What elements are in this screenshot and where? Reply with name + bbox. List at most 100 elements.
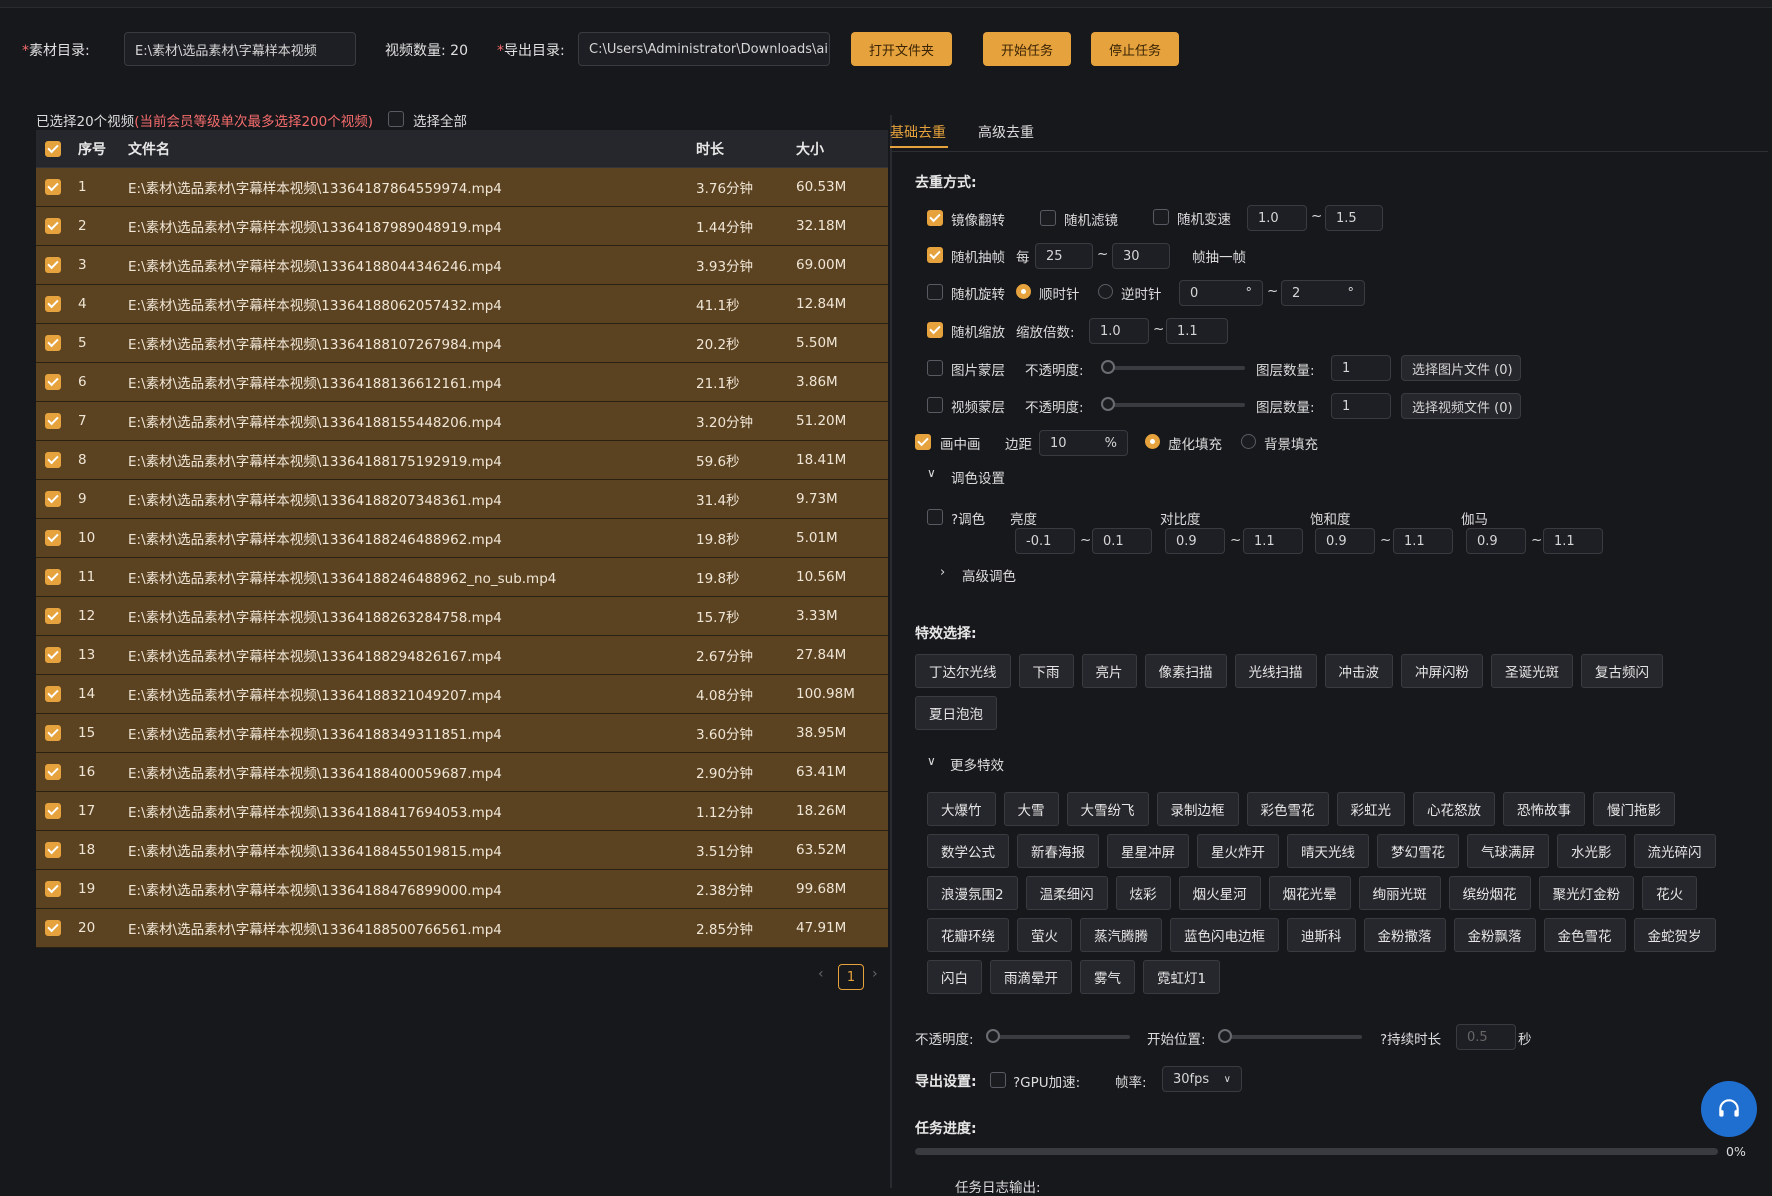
- saturation-min-input[interactable]: 0.9: [1315, 528, 1375, 554]
- table-row[interactable]: 2 E:\素材\选品素材\字幕样本视频\13364187989048919.mp4…: [36, 207, 888, 246]
- row-checkbox[interactable]: [45, 569, 61, 585]
- effect-opacity-slider[interactable]: [990, 1035, 1130, 1039]
- color-settings-toggle[interactable]: 调色设置: [951, 467, 1005, 487]
- rotate-max-input[interactable]: 2 °: [1281, 280, 1365, 306]
- table-row[interactable]: 6 E:\素材\选品素材\字幕样本视频\13364188136612161.mp4…: [36, 363, 888, 402]
- select-video-file-button[interactable]: 选择视频文件 (0): [1401, 393, 1521, 419]
- random-speed-checkbox[interactable]: [1153, 209, 1169, 225]
- table-row[interactable]: 13 E:\素材\选品素材\字幕样本视频\13364188294826167.mp…: [36, 636, 888, 675]
- row-checkbox[interactable]: [45, 803, 61, 819]
- effect-chip[interactable]: 彩色雪花: [1246, 792, 1329, 826]
- effect-chip[interactable]: 圣诞光斑: [1491, 654, 1573, 688]
- effect-chip[interactable]: 缤纷烟花: [1448, 876, 1531, 910]
- table-row[interactable]: 16 E:\素材\选品素材\字幕样本视频\13364188400059687.mp…: [36, 753, 888, 792]
- speed-min-input[interactable]: 1.0: [1247, 205, 1307, 231]
- effect-chip[interactable]: 丁达尔光线: [915, 654, 1011, 688]
- gamma-max-input[interactable]: 1.1: [1543, 528, 1603, 554]
- counterclockwise-radio[interactable]: [1098, 284, 1113, 299]
- start-task-button[interactable]: 开始任务: [983, 32, 1071, 66]
- effect-chip[interactable]: 大雪纷飞: [1066, 792, 1149, 826]
- row-checkbox[interactable]: [45, 491, 61, 507]
- table-row[interactable]: 1 E:\素材\选品素材\字幕样本视频\13364187864559974.mp4…: [36, 168, 888, 207]
- effect-chip[interactable]: 梦幻雪花: [1377, 834, 1459, 868]
- brightness-min-input[interactable]: -0.1: [1015, 528, 1075, 554]
- page-number-button[interactable]: 1: [838, 964, 864, 990]
- fps-select[interactable]: 30fps ∨: [1162, 1066, 1242, 1092]
- chevron-down-icon[interactable]: ∨: [927, 754, 936, 768]
- open-folder-button[interactable]: 打开文件夹: [851, 32, 952, 66]
- row-checkbox[interactable]: [45, 608, 61, 624]
- more-effects-toggle[interactable]: 更多特效: [950, 754, 1004, 774]
- select-all-checkbox[interactable]: [388, 111, 404, 127]
- tab-basic-dedup[interactable]: 基础去重: [890, 122, 946, 142]
- effect-chip[interactable]: 复古频闪: [1581, 654, 1663, 688]
- effect-chip[interactable]: 迪斯科: [1287, 918, 1356, 952]
- table-row[interactable]: 17 E:\素材\选品素材\字幕样本视频\13364188417694053.mp…: [36, 792, 888, 831]
- table-row[interactable]: 8 E:\素材\选品素材\字幕样本视频\13364188175192919.mp4…: [36, 441, 888, 480]
- row-checkbox[interactable]: [45, 530, 61, 546]
- random-frame-checkbox[interactable]: [927, 247, 943, 263]
- speed-max-input[interactable]: 1.5: [1325, 205, 1383, 231]
- saturation-max-input[interactable]: 1.1: [1393, 528, 1453, 554]
- export-dir-input[interactable]: C:\Users\Administrator\Downloads\ai: [578, 32, 830, 66]
- effect-chip[interactable]: 彩虹光: [1336, 792, 1405, 826]
- effect-chip[interactable]: 大爆竹: [927, 792, 996, 826]
- row-checkbox[interactable]: [45, 881, 61, 897]
- background-fill-radio[interactable]: [1241, 434, 1256, 449]
- effect-chip[interactable]: 慢门拖影: [1593, 792, 1675, 826]
- effect-chip[interactable]: 心花怒放: [1413, 792, 1495, 826]
- effect-chip[interactable]: 冲屏闪粉: [1401, 654, 1483, 688]
- contrast-min-input[interactable]: 0.9: [1165, 528, 1225, 554]
- table-row[interactable]: 4 E:\素材\选品素材\字幕样本视频\13364188062057432.mp4…: [36, 285, 888, 324]
- gpu-checkbox[interactable]: [990, 1072, 1006, 1088]
- effect-chip[interactable]: 闪白: [927, 960, 982, 994]
- effect-chip[interactable]: 水光影: [1557, 834, 1626, 868]
- select-image-file-button[interactable]: 选择图片文件 (0): [1401, 355, 1521, 381]
- effect-chip[interactable]: 气球满屏: [1467, 834, 1549, 868]
- effect-chip[interactable]: 绚丽光斑: [1358, 876, 1441, 910]
- header-checkbox[interactable]: [45, 140, 61, 157]
- blur-fill-radio[interactable]: [1145, 434, 1160, 449]
- random-scale-checkbox[interactable]: [927, 322, 943, 338]
- image-opacity-knob[interactable]: [1101, 360, 1115, 374]
- image-layer-count-input[interactable]: 1: [1331, 355, 1391, 381]
- row-checkbox[interactable]: [45, 413, 61, 429]
- effect-chip[interactable]: 聚光灯金粉: [1538, 876, 1635, 910]
- chevron-right-icon[interactable]: ›: [940, 565, 945, 580]
- panel-divider[interactable]: [890, 115, 892, 1188]
- color-adjust-checkbox[interactable]: [927, 509, 943, 525]
- effect-chip[interactable]: 炫彩: [1115, 876, 1171, 910]
- effect-chip[interactable]: 雨滴晕开: [990, 960, 1072, 994]
- table-row[interactable]: 10 E:\素材\选品素材\字幕样本视频\13364188246488962.mp…: [36, 519, 888, 558]
- contrast-max-input[interactable]: 1.1: [1243, 528, 1303, 554]
- effect-chip[interactable]: 星火炸开: [1197, 834, 1279, 868]
- row-checkbox[interactable]: [45, 179, 61, 195]
- table-row[interactable]: 14 E:\素材\选品素材\字幕样本视频\13364188321049207.mp…: [36, 675, 888, 714]
- row-checkbox[interactable]: [45, 296, 61, 312]
- table-row[interactable]: 11 E:\素材\选品素材\字幕样本视频\13364188246488962_no…: [36, 558, 888, 597]
- effect-chip[interactable]: 金蛇贺岁: [1633, 918, 1716, 952]
- row-checkbox[interactable]: [45, 842, 61, 858]
- table-row[interactable]: 12 E:\素材\选品素材\字幕样本视频\13364188263284758.mp…: [36, 597, 888, 636]
- video-opacity-knob[interactable]: [1101, 397, 1115, 411]
- video-layer-checkbox[interactable]: [927, 397, 943, 413]
- effect-chip[interactable]: 星星冲屏: [1107, 834, 1189, 868]
- effect-chip[interactable]: 烟火星河: [1178, 876, 1261, 910]
- table-row[interactable]: 5 E:\素材\选品素材\字幕样本视频\13364188107267984.mp4…: [36, 324, 888, 363]
- table-row[interactable]: 7 E:\素材\选品素材\字幕样本视频\13364188155448206.mp4…: [36, 402, 888, 441]
- brightness-max-input[interactable]: 0.1: [1092, 528, 1152, 554]
- row-checkbox[interactable]: [45, 764, 61, 780]
- effect-chip[interactable]: 霓虹灯1: [1143, 960, 1221, 994]
- support-button[interactable]: [1701, 1081, 1757, 1137]
- effect-chip[interactable]: 数学公式: [927, 834, 1009, 868]
- random-rotate-checkbox[interactable]: [927, 284, 943, 300]
- effect-chip[interactable]: 流光碎闪: [1633, 834, 1716, 868]
- table-row[interactable]: 15 E:\素材\选品素材\字幕样本视频\13364188349311851.mp…: [36, 714, 888, 753]
- effect-chip[interactable]: 下雨: [1018, 654, 1074, 688]
- row-checkbox[interactable]: [45, 374, 61, 390]
- row-checkbox[interactable]: [45, 257, 61, 273]
- row-checkbox[interactable]: [45, 725, 61, 741]
- frame-min-input[interactable]: 25: [1035, 243, 1093, 269]
- advanced-color-toggle[interactable]: 高级调色: [962, 565, 1016, 585]
- scale-max-input[interactable]: 1.1: [1166, 318, 1228, 344]
